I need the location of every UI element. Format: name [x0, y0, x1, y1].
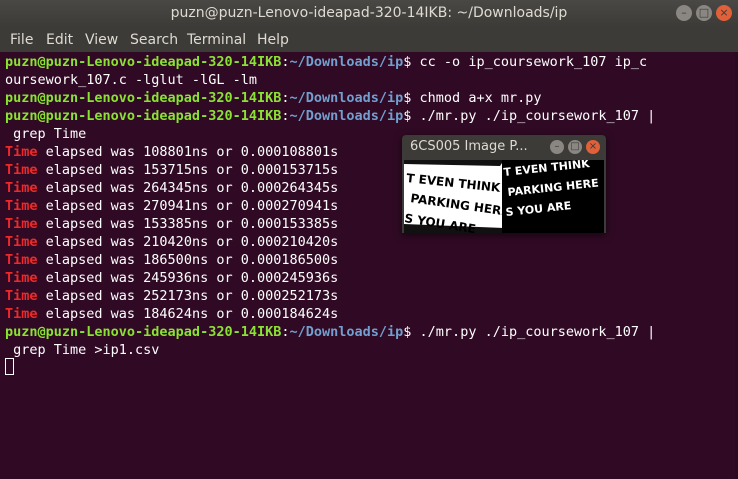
terminal-line: grep Time — [5, 125, 86, 143]
window-titlebar[interactable]: puzn@puzn-Lenovo-ideapad-320-14IKB: ~/Do… — [0, 0, 738, 27]
terminal-line: grep Time >ip1.csv — [5, 341, 159, 359]
command-text: ./mr.py ./ip_coursework_107 | — [411, 324, 656, 340]
terminal-line: puzn@puzn-Lenovo-ideapad-320-14IKB:~/Dow… — [5, 323, 655, 341]
match-highlight: Time — [5, 306, 38, 322]
maximize-icon[interactable]: □ — [568, 140, 582, 154]
image-window-title: 6CS005 Image P... — [410, 139, 528, 154]
match-highlight: Time — [5, 180, 38, 196]
output-line: Time elapsed was 245936ns or 0.000245936… — [5, 269, 338, 287]
close-icon[interactable]: × — [716, 5, 732, 21]
match-highlight: Time — [5, 252, 38, 268]
output-text: elapsed was 186500ns or 0.000186500s — [37, 252, 339, 268]
output-line: Time elapsed was 153715ns or 0.000153715… — [5, 161, 338, 179]
maximize-icon[interactable]: □ — [696, 5, 712, 21]
menu-edit[interactable]: Edit — [46, 32, 73, 48]
prompt-path: ~/Downloads/ip — [289, 54, 404, 70]
match-highlight: Time — [5, 288, 38, 304]
image-preview-window[interactable]: 6CS005 Image P... – □ × T EVEN THINK PAR… — [402, 135, 606, 233]
output-line: Time elapsed was 184624ns or 0.000184624… — [5, 305, 338, 323]
output-text: elapsed was 210420ns or 0.000210420s — [37, 234, 339, 250]
window-title: puzn@puzn-Lenovo-ideapad-320-14IKB: ~/Do… — [170, 5, 568, 21]
menu-terminal[interactable]: Terminal — [187, 32, 246, 48]
command-text: chmod a+x mr.py — [411, 90, 542, 106]
minimize-icon[interactable]: – — [550, 140, 564, 154]
prompt-user: puzn@puzn-Lenovo-ideapad-320-14IKB — [5, 90, 282, 106]
match-highlight: Time — [5, 270, 38, 286]
output-text: elapsed was 264345ns or 0.000264345s — [37, 180, 339, 196]
output-line: Time elapsed was 210420ns or 0.000210420… — [5, 233, 338, 251]
command-text: oursework_107.c -lglut -lGL -lm — [5, 72, 257, 88]
output-line: Time elapsed was 153385ns or 0.000153385… — [5, 215, 338, 233]
prompt-path: ~/Downloads/ip — [289, 90, 404, 106]
minimize-icon[interactable]: – — [676, 5, 692, 21]
menu-help[interactable]: Help — [257, 32, 289, 48]
output-line: Time elapsed was 186500ns or 0.000186500… — [5, 251, 338, 269]
prompt-user: puzn@puzn-Lenovo-ideapad-320-14IKB — [5, 108, 282, 124]
output-text: elapsed was 108801ns or 0.000108801s — [37, 144, 339, 160]
menu-search[interactable]: Search — [130, 32, 178, 48]
match-highlight: Time — [5, 162, 38, 178]
output-text: elapsed was 153385ns or 0.000153385s — [37, 216, 339, 232]
command-text: ./mr.py ./ip_coursework_107 | — [411, 108, 656, 124]
terminal-line: puzn@puzn-Lenovo-ideapad-320-14IKB:~/Dow… — [5, 107, 655, 125]
terminal-area[interactable]: puzn@puzn-Lenovo-ideapad-320-14IKB:~/Dow… — [0, 52, 738, 479]
match-highlight: Time — [5, 144, 38, 160]
match-highlight: Time — [5, 198, 38, 214]
close-icon[interactable]: × — [586, 140, 600, 154]
prompt-user: puzn@puzn-Lenovo-ideapad-320-14IKB — [5, 54, 282, 70]
match-highlight: Time — [5, 234, 38, 250]
prompt-path: ~/Downloads/ip — [289, 108, 404, 124]
output-line: Time elapsed was 270941ns or 0.000270941… — [5, 197, 338, 215]
terminal-line: puzn@puzn-Lenovo-ideapad-320-14IKB:~/Dow… — [5, 89, 541, 107]
prompt-user: puzn@puzn-Lenovo-ideapad-320-14IKB — [5, 324, 282, 340]
output-text: elapsed was 245936ns or 0.000245936s — [37, 270, 339, 286]
menu-view[interactable]: View — [85, 32, 118, 48]
output-text: elapsed was 153715ns or 0.000153715s — [37, 162, 339, 178]
output-text: elapsed was 252173ns or 0.000252173s — [37, 288, 339, 304]
menu-file[interactable]: File — [10, 32, 33, 48]
output-line: Time elapsed was 252173ns or 0.000252173… — [5, 287, 338, 305]
command-text: cc -o ip_coursework_107 ip_c — [411, 54, 648, 70]
output-text: elapsed was 270941ns or 0.000270941s — [37, 198, 339, 214]
menu-bar: File Edit View Search Terminal Help — [0, 27, 738, 52]
output-line: Time elapsed was 264345ns or 0.000264345… — [5, 179, 338, 197]
terminal-line: puzn@puzn-Lenovo-ideapad-320-14IKB:~/Dow… — [5, 53, 647, 71]
terminal-line: oursework_107.c -lglut -lGL -lm — [5, 71, 257, 89]
command-text: grep Time — [5, 126, 87, 142]
output-text: elapsed was 184624ns or 0.000184624s — [37, 306, 339, 322]
preview-image: T EVEN THINK PARKING HERE S YOU ARE T EV… — [404, 160, 604, 233]
sign-image: T EVEN THINK PARKING HERE S YOU ARE T EV… — [404, 160, 604, 233]
output-line: Time elapsed was 108801ns or 0.000108801… — [5, 143, 338, 161]
match-highlight: Time — [5, 216, 38, 232]
command-text: grep Time >ip1.csv — [5, 342, 160, 358]
prompt-path: ~/Downloads/ip — [289, 324, 404, 340]
text-cursor — [5, 358, 14, 375]
